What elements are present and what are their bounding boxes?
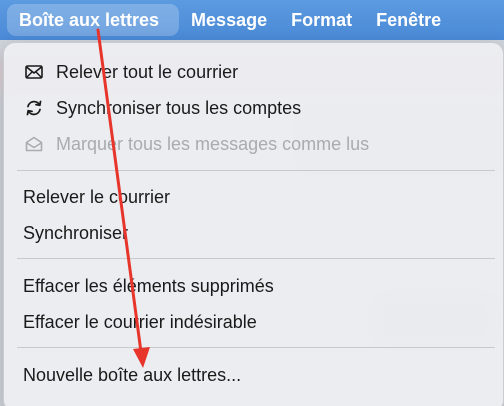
- menu-item-label: Nouvelle boîte aux lettres...: [23, 364, 242, 385]
- menu-item-erase-junk-mail[interactable]: Effacer le courrier indésirable: [23, 307, 493, 337]
- menu-item-mark-all-read[interactable]: Marquer tous les messages comme lus: [23, 129, 493, 159]
- menu-separator: [17, 258, 495, 259]
- menu-item-label: Effacer les éléments supprimés: [23, 275, 274, 296]
- envelope-icon: [23, 61, 45, 83]
- menubar-item-format[interactable]: Format: [279, 4, 364, 36]
- menu-item-label: Synchroniser tous les comptes: [56, 97, 302, 118]
- menu-item-label: Relever tout le courrier: [56, 61, 239, 82]
- menu-item-erase-deleted-items[interactable]: Effacer les éléments supprimés: [23, 271, 493, 301]
- menu-item-label: Effacer le courrier indésirable: [23, 311, 257, 332]
- sync-icon: [23, 97, 45, 119]
- menubar-item-mailbox[interactable]: Boîte aux lettres: [7, 4, 180, 36]
- menu-item-label: Relever le courrier: [23, 186, 171, 207]
- menubar-item-message[interactable]: Message: [179, 4, 279, 36]
- menu-item-label: Synchroniser: [23, 222, 129, 243]
- menubar-item-window[interactable]: Fenêtre: [364, 4, 453, 36]
- menu-item-label: Marquer tous les messages comme lus: [56, 133, 370, 154]
- menu-item-synchronize[interactable]: Synchroniser: [23, 218, 493, 248]
- menu-bar: Boîte aux lettres Message Format Fenêtre: [0, 0, 504, 40]
- menu-separator: [17, 347, 495, 348]
- menu-item-new-mailbox[interactable]: Nouvelle boîte aux lettres...: [23, 360, 493, 390]
- menu-item-get-mail[interactable]: Relever le courrier: [23, 182, 493, 212]
- menu-item-sync-all-accounts[interactable]: Synchroniser tous les comptes: [23, 93, 493, 123]
- mailbox-dropdown-menu: Relever tout le courrier Synchroniser to…: [3, 42, 504, 406]
- menu-separator: [17, 170, 495, 171]
- open-envelope-icon: [23, 133, 45, 155]
- menu-item-get-all-mail[interactable]: Relever tout le courrier: [23, 57, 493, 87]
